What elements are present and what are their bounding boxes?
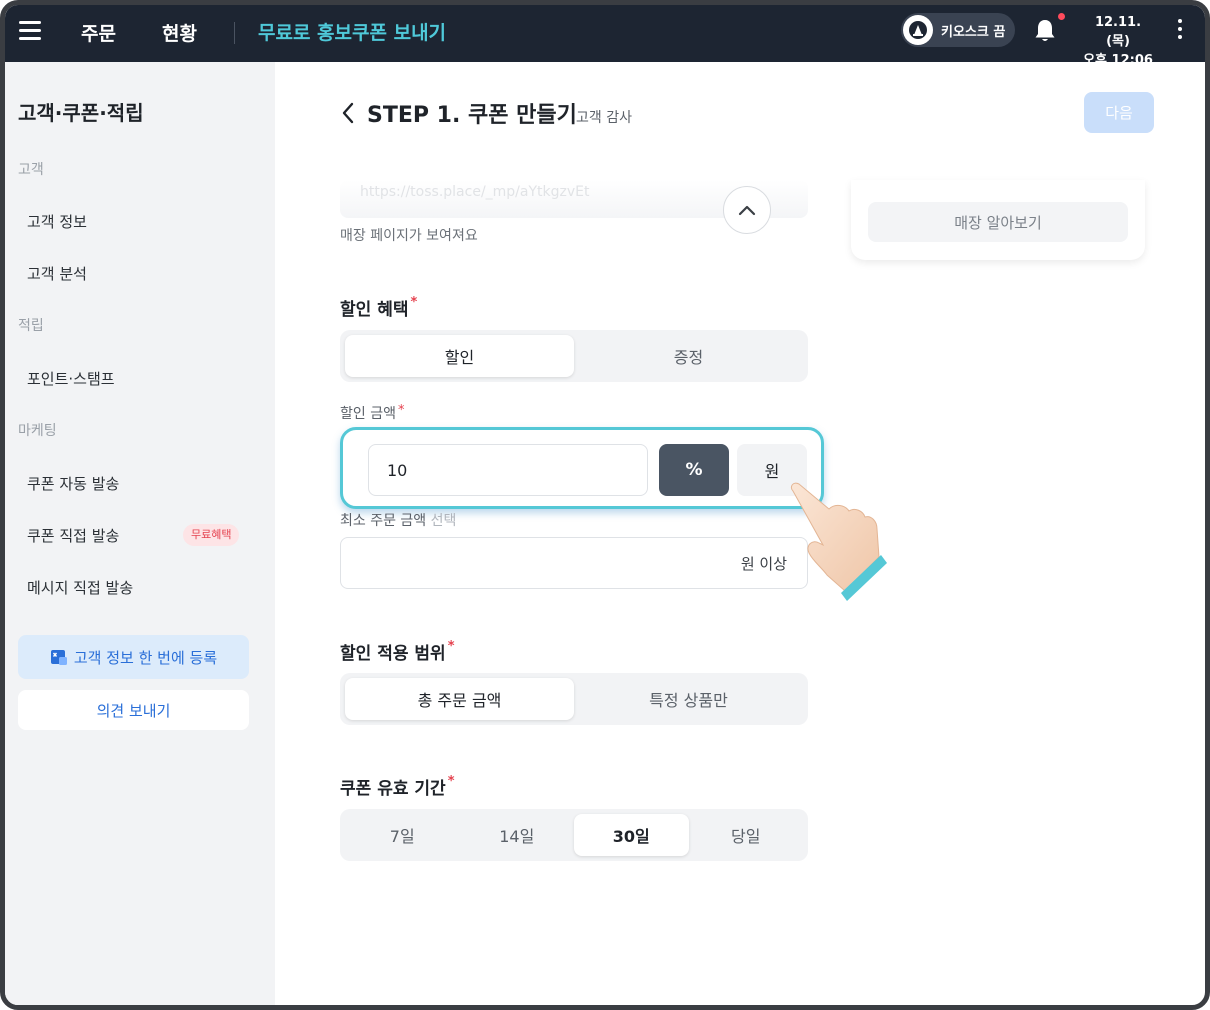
- sidebar-section-customer: 고객: [18, 162, 44, 178]
- amount-label: 할인 금액 *: [340, 403, 404, 423]
- sidebar-title: 고객·쿠폰·적립: [18, 101, 144, 125]
- pointing-hand-icon: [790, 482, 887, 601]
- validity-option-today[interactable]: 당일: [689, 814, 804, 856]
- tab-status[interactable]: 현황: [162, 19, 197, 46]
- spreadsheet-icon: [50, 650, 67, 665]
- notification-bell-icon[interactable]: [1033, 18, 1057, 44]
- register-customers-button[interactable]: 고객 정보 한 번에 등록: [18, 635, 249, 679]
- step-title: STEP 1. 쿠폰 만들기: [367, 103, 577, 128]
- back-chevron-icon[interactable]: [340, 101, 356, 125]
- min-order-label-text: 최소 주문 금액: [340, 513, 427, 529]
- unit-percent-button[interactable]: %: [659, 444, 729, 496]
- sidebar-item-coupon-direct[interactable]: 쿠폰 직접 발송: [27, 525, 119, 546]
- send-feedback-button[interactable]: 의견 보내기: [18, 690, 249, 730]
- notification-dot: [1058, 13, 1065, 20]
- min-order-suffix: 원 이상: [740, 555, 787, 573]
- required-mark: *: [447, 774, 455, 789]
- amount-highlight-box: % 원: [340, 427, 824, 509]
- validity-option-7[interactable]: 7일: [345, 814, 460, 856]
- min-order-label: 최소 주문 금액 선택: [340, 510, 456, 530]
- sidebar-item-points-stamp[interactable]: 포인트·스탬프: [27, 368, 115, 389]
- scope-option-specific[interactable]: 특정 상품만: [574, 678, 803, 720]
- collapse-button[interactable]: [723, 186, 771, 234]
- clock-time: 오후 12:06: [1083, 53, 1153, 68]
- benefit-option-gift[interactable]: 증정: [574, 335, 803, 377]
- scope-option-total[interactable]: 총 주문 금액: [345, 678, 574, 720]
- benefit-option-discount[interactable]: 할인: [345, 335, 574, 377]
- validity-label: 쿠폰 유효 기간 *: [340, 774, 455, 799]
- sidebar-item-coupon-auto[interactable]: 쿠폰 자동 발송: [27, 473, 119, 494]
- min-order-input[interactable]: 원 이상: [340, 537, 808, 589]
- sidebar-section-points: 적립: [18, 318, 44, 334]
- validity-segmented-control: 7일 14일 30일 당일: [340, 809, 808, 861]
- sidebar-item-customer-info[interactable]: 고객 정보: [27, 211, 87, 232]
- tab-orders[interactable]: 주문: [81, 19, 116, 46]
- discount-amount-input[interactable]: [368, 444, 648, 496]
- top-bar: 주문 현황 무료로 홍보쿠폰 보내기 키오스크 끔 12.11. (목) 오후 …: [5, 5, 1205, 68]
- page-title: 무료로 홍보쿠폰 보내기: [258, 22, 447, 44]
- scope-label: 할인 적용 범위 *: [340, 639, 455, 664]
- more-options-icon[interactable]: [1177, 19, 1183, 41]
- store-page-caption: 매장 페이지가 보여져요: [340, 228, 478, 244]
- hamburger-menu-icon[interactable]: [19, 21, 41, 41]
- optional-tag: 선택: [430, 513, 457, 529]
- required-mark: *: [447, 639, 455, 654]
- next-button[interactable]: 다음: [1084, 92, 1154, 133]
- benefit-segmented-control: 할인 증정: [340, 330, 808, 382]
- sidebar: 고객·쿠폰·적립 고객 고객 정보 고객 분석 적립 포인트·스탬프 마케팅 쿠…: [5, 62, 275, 1005]
- validity-option-14[interactable]: 14일: [460, 814, 575, 856]
- benefit-label-text: 할인 혜택: [340, 300, 409, 320]
- register-customers-label: 고객 정보 한 번에 등록: [73, 648, 218, 667]
- benefit-label: 할인 혜택 *: [340, 295, 417, 320]
- sidebar-section-marketing: 마케팅: [18, 423, 57, 439]
- sidebar-item-message-direct[interactable]: 메시지 직접 발송: [27, 577, 133, 598]
- view-store-button[interactable]: 매장 알아보기: [868, 202, 1128, 242]
- clock-date: 12.11. (목): [1094, 15, 1142, 49]
- clock: 12.11. (목) 오후 12:06: [1083, 13, 1153, 70]
- required-mark: *: [410, 295, 418, 310]
- scope-label-text: 할인 적용 범위: [340, 644, 446, 664]
- kiosk-icon: [903, 15, 933, 45]
- validity-label-text: 쿠폰 유효 기간: [340, 779, 446, 799]
- required-mark: *: [397, 403, 405, 418]
- kiosk-label: 키오스크 끔: [941, 24, 1006, 40]
- sidebar-item-customer-analysis[interactable]: 고객 분석: [27, 263, 87, 284]
- app-window: 주문 현황 무료로 홍보쿠폰 보내기 키오스크 끔 12.11. (목) 오후 …: [0, 0, 1210, 1010]
- chevron-up-icon: [738, 205, 756, 216]
- step-subtitle: 고객 감사: [576, 110, 632, 126]
- scope-segmented-control: 총 주문 금액 특정 상품만: [340, 673, 808, 725]
- store-preview-card: 매장 알아보기: [851, 180, 1145, 260]
- amount-label-text: 할인 금액: [340, 406, 396, 422]
- free-benefit-badge: 무료혜택: [183, 524, 240, 546]
- validity-option-30[interactable]: 30일: [574, 814, 689, 856]
- kiosk-toggle[interactable]: 키오스크 끔: [901, 13, 1015, 47]
- top-divider: [234, 22, 235, 44]
